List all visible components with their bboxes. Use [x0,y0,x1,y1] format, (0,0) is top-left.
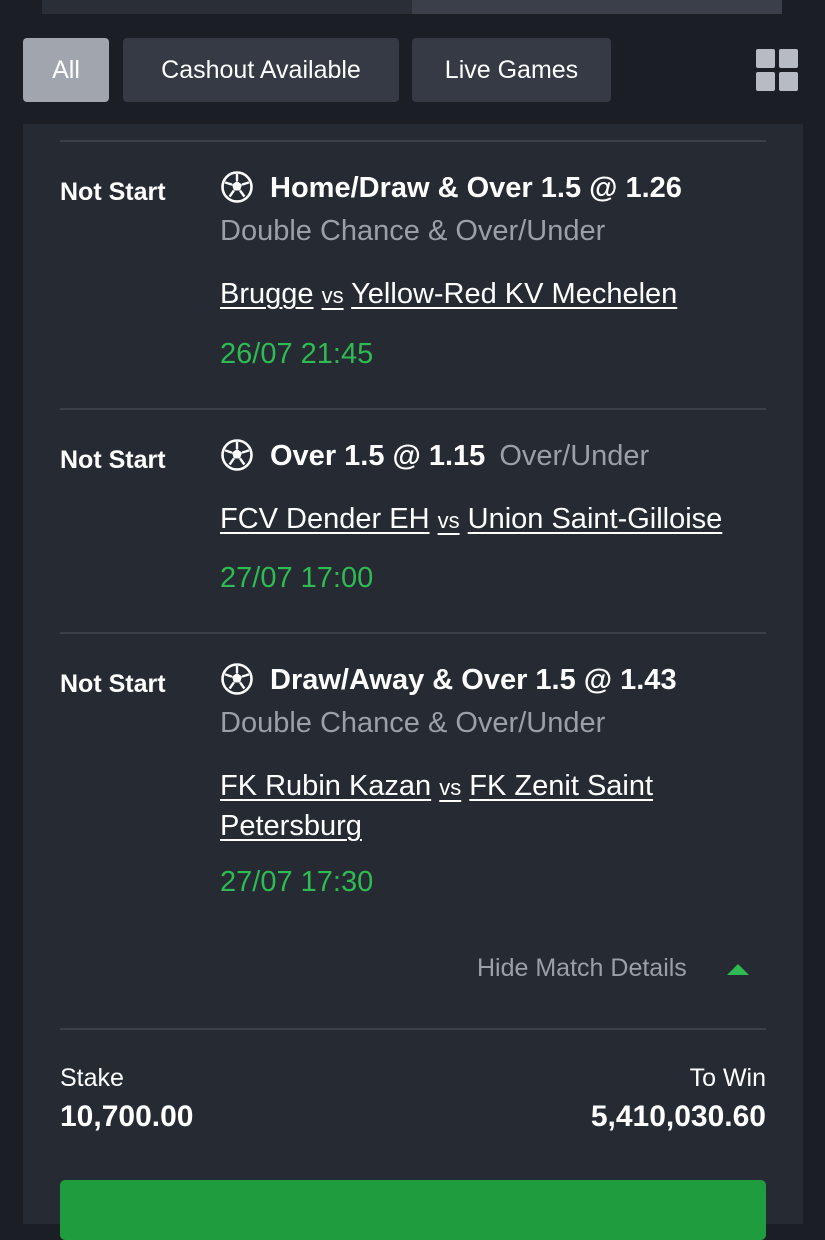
vs-label: vs [321,283,344,308]
away-team[interactable]: Yellow-Red KV Mechelen [351,278,677,310]
away-team[interactable]: Union Saint-Gilloise [468,503,723,535]
bet-pick: Draw/Away & Over 1.5 @ 1.43 [270,664,677,696]
bet-status: Not Start [60,178,166,206]
bet-status: Not Start [60,670,166,698]
bet-pick: Home/Draw & Over 1.5 @ 1.26 [270,172,682,204]
vs-label: vs [437,508,460,533]
bet-slip-card: Not Start Home/Draw & Over 1.5 @ 1.26 Do… [23,124,803,1240]
bet-market: Double Chance & Over/Under [220,215,606,247]
divider [60,632,766,634]
filter-live-games-button[interactable]: Live Games [412,38,611,102]
soccer-ball-icon [221,663,253,695]
filter-bar: All Cashout Available Live Games [0,38,825,102]
caret-up-icon[interactable] [727,964,749,975]
cashout-button[interactable] [60,1180,766,1240]
match-teams-link[interactable]: Brugge vs Yellow-Red KV Mechelen [220,275,780,315]
hide-match-details-link[interactable]: Hide Match Details [477,954,687,983]
filter-all-button[interactable]: All [23,38,109,102]
home-team[interactable]: FCV Dender EH [220,503,430,535]
top-tab-right[interactable] [412,0,782,14]
stake-label: Stake [60,1064,124,1092]
match-teams-link[interactable]: FK Rubin Kazan vs FK Zenit Saint Petersb… [220,767,780,845]
to-win-label: To Win [689,1064,766,1092]
divider [60,1028,766,1030]
grid-view-icon[interactable] [756,49,798,91]
home-team[interactable]: Brugge [220,278,314,310]
soccer-ball-icon [221,439,253,471]
top-tab-strip [0,0,825,14]
divider [60,140,766,142]
bet-status: Not Start [60,446,166,474]
top-tab-left[interactable] [42,0,412,14]
match-date: 26/07 21:45 [220,338,374,370]
bet-pick-text: Over 1.5 @ 1.15 [270,440,486,472]
home-team[interactable]: FK Rubin Kazan [220,770,431,802]
vs-label: vs [439,775,462,800]
match-date: 27/07 17:30 [220,866,374,898]
soccer-ball-icon [221,171,253,203]
divider [60,408,766,410]
filter-cashout-button[interactable]: Cashout Available [123,38,399,102]
to-win-value: 5,410,030.60 [590,1100,766,1133]
match-date: 27/07 17:00 [220,562,374,594]
stake-value: 10,700.00 [60,1100,194,1133]
bet-market: Over/Under [499,440,650,472]
bet-market: Double Chance & Over/Under [220,707,606,739]
bet-pick: Over 1.5 @ 1.15 Over/Under [270,440,649,473]
match-teams-link[interactable]: FCV Dender EH vs Union Saint-Gilloise [220,500,780,540]
